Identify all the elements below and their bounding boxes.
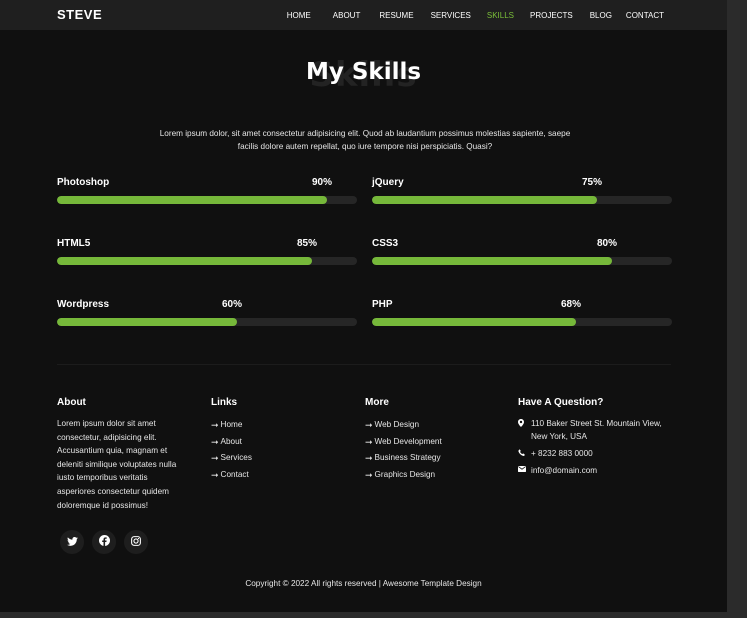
skill-jquery: jQuery 75%: [372, 177, 672, 207]
navbar: STEVE HOME ABOUT RESUME SERVICES SKILLS …: [0, 0, 727, 30]
footer-links-heading: Links: [211, 397, 238, 408]
arrow-right-icon: ➞: [211, 469, 219, 480]
footer-more-heading: More: [365, 397, 389, 408]
facebook-button[interactable]: [92, 530, 116, 554]
page: STEVE HOME ABOUT RESUME SERVICES SKILLS …: [0, 0, 727, 612]
skill-percent: 80%: [596, 238, 617, 249]
footer-link-web-development[interactable]: ➞ Web Development: [365, 434, 505, 451]
footer-links: Links ➞ Home ➞ About ➞ Services ➞ Contact: [211, 397, 341, 483]
nav-menu: HOME ABOUT RESUME SERVICES SKILLS PROJEC…: [287, 0, 727, 30]
skill-photoshop: Photoshop 90%: [57, 177, 357, 207]
footer-link-graphics-design[interactable]: ➞ Graphics Design: [365, 467, 505, 484]
skill-name: PHP: [372, 299, 393, 310]
arrow-right-icon: ➞: [211, 436, 219, 447]
footer-link-services[interactable]: ➞ Services: [211, 450, 341, 467]
skill-html5: HTML5 85%: [57, 238, 357, 268]
progress-track: [57, 196, 357, 204]
skill-name: CSS3: [372, 238, 399, 249]
skill-php: PHP 68%: [372, 299, 672, 329]
footer-link-home[interactable]: ➞ Home: [211, 417, 341, 434]
skill-css3: CSS3 80%: [372, 238, 672, 268]
facebook-icon: [98, 533, 110, 551]
footer-question: Have A Question? 110 Baker Street St. Mo…: [518, 397, 678, 481]
nav-item-skills[interactable]: SKILLS: [487, 11, 514, 20]
section-divider: [57, 364, 671, 365]
footer-more: More ➞ Web Design ➞ Web Development ➞ Busin…: [365, 397, 505, 483]
skill-name: jQuery: [372, 177, 404, 188]
progress-track: [57, 257, 357, 265]
footer-about-text: Lorem ipsum dolor sit amet consectetur, …: [57, 419, 177, 510]
skill-percent: 90%: [311, 177, 332, 188]
envelope-icon: [518, 464, 531, 472]
skill-percent: 75%: [581, 177, 602, 188]
social-links: [60, 530, 156, 554]
nav-item-contact[interactable]: CONTACT: [626, 11, 664, 20]
nav-item-resume[interactable]: RESUME: [379, 11, 413, 20]
contact-address: 110 Baker Street St. Mountain View, New …: [518, 417, 678, 443]
progress-track: [372, 257, 672, 265]
arrow-right-icon: ➞: [365, 420, 373, 430]
arrow-right-icon: ➞: [365, 436, 373, 447]
progress-fill: [372, 257, 612, 265]
window-margin: [727, 0, 747, 618]
arrow-right-icon: ➞: [211, 420, 219, 430]
progress-track: [372, 318, 672, 326]
brand-logo[interactable]: STEVE: [57, 7, 102, 22]
skill-percent: 68%: [560, 299, 581, 310]
map-marker-icon: [518, 417, 531, 427]
page-title: My Skills: [305, 59, 422, 85]
arrow-right-icon: ➞: [211, 453, 219, 463]
phone-icon: [518, 447, 531, 457]
progress-track: [372, 196, 672, 204]
footer-question-heading: Have A Question?: [518, 397, 604, 408]
nav-item-home[interactable]: HOME: [287, 11, 311, 20]
arrow-right-icon: ➞: [365, 453, 373, 463]
footer-link-about[interactable]: ➞ About: [211, 434, 341, 451]
skill-name: HTML5: [57, 238, 91, 249]
progress-fill: [57, 196, 327, 204]
skills-intro: Lorem ipsum dolor, sit amet consectetur …: [159, 129, 571, 151]
footer-link-business-strategy[interactable]: ➞ Business Strategy: [365, 450, 505, 467]
nav-item-blog[interactable]: BLOG: [590, 11, 612, 20]
skill-name: Photoshop: [57, 177, 110, 188]
nav-item-services[interactable]: SERVICES: [431, 11, 471, 20]
footer-link-contact[interactable]: ➞ Contact: [211, 467, 341, 484]
progress-track: [57, 318, 357, 326]
contact-email[interactable]: info@domain.com: [518, 464, 678, 477]
skill-percent: 85%: [296, 238, 317, 249]
progress-fill: [57, 318, 237, 326]
twitter-icon: [66, 533, 78, 551]
progress-fill: [57, 257, 312, 265]
arrow-right-icon: ➞: [365, 469, 373, 480]
contact-phone[interactable]: + 8232 883 0000: [518, 447, 678, 460]
instagram-button[interactable]: [124, 530, 148, 554]
footer-link-web-design[interactable]: ➞ Web Design: [365, 417, 505, 434]
twitter-button[interactable]: [60, 530, 84, 554]
section-heading: Skills My Skills: [0, 50, 727, 100]
skill-wordpress: Wordpress 60%: [57, 299, 357, 329]
instagram-icon: [131, 533, 141, 551]
skill-percent: 60%: [221, 299, 242, 310]
nav-item-about[interactable]: ABOUT: [333, 11, 361, 20]
nav-item-projects[interactable]: PROJECTS: [530, 11, 573, 20]
footer-about: About Lorem ipsum dolor sit amet consect…: [57, 397, 187, 512]
skill-name: Wordpress: [57, 299, 110, 310]
footer-about-heading: About: [57, 397, 86, 408]
copyright-text: Copyright © 2022 All rights reserved | A…: [245, 579, 482, 588]
progress-fill: [372, 196, 597, 204]
progress-fill: [372, 318, 576, 326]
